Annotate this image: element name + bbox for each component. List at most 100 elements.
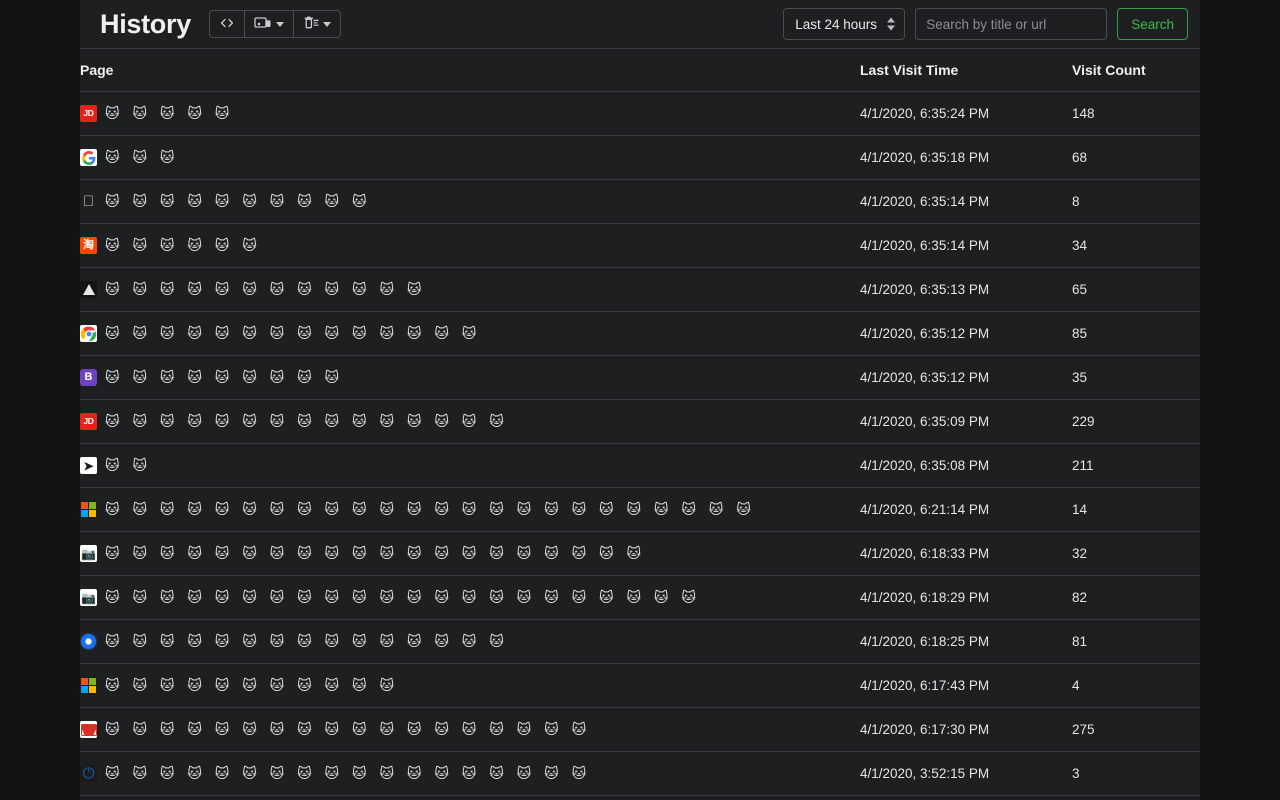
table-row[interactable]: ➤ 🐱 🐱 4/1/2020, 6:35:08 PM 211 [80, 443, 1200, 488]
last-visit-time-cell: 4/1/2020, 6:18:33 PM [860, 531, 1072, 576]
code-button[interactable] [210, 11, 245, 37]
table-row[interactable]: 📷 🐱 🐱 🐱 🐱 🐱 🐱 🐱 🐱 🐱 🐱 🐱 🐱 🐱 🐱 🐱 🐱 🐱 🐱 🐱 🐱… [80, 531, 1200, 576]
page-cell[interactable]: JD 🐱 🐱 🐱 🐱 🐱 🐱 🐱 🐱 🐱 🐱 🐱 🐱 🐱 🐱 🐱 [80, 399, 860, 444]
page-cell[interactable]: 🐱 🐱 🐱 🐱 🐱 🐱 🐱 🐱 🐱 🐱 🐱 🐱 🐱 🐱 🐱 [80, 619, 860, 664]
camera-favicon: 📷 [80, 589, 97, 606]
taobao-favicon: 淘 [80, 237, 97, 254]
last-visit-time-cell: 4/1/2020, 6:35:08 PM [860, 443, 1072, 488]
page-title-text: 🐱 🐱 🐱 🐱 🐱 🐱 🐱 🐱 🐱 🐱 🐱 🐱 [105, 281, 426, 298]
table-row[interactable]:  🐱 🐱 🐱 🐱 🐱 🐱 🐱 🐱 🐱 🐱 4/1/2020, 6:35:14 PM… [80, 179, 1200, 224]
page-title-text: 🐱 🐱 🐱 🐱 🐱 🐱 🐱 🐱 🐱 🐱 🐱 🐱 🐱 🐱 🐱 🐱 🐱 🐱 [105, 765, 591, 782]
page-cell[interactable]: 🐱 🐱 🐱 🐱 🐱 🐱 🐱 🐱 🐱 🐱 🐱 🐱 🐱 🐱 🐱 🐱 🐱 🐱 [80, 707, 860, 752]
microsoft-favicon [80, 677, 97, 694]
page-cell[interactable]: 📷 🐱 🐱 🐱 🐱 🐱 🐱 🐱 🐱 🐱 🐱 🐱 🐱 🐱 🐱 🐱 🐱 🐱 🐱 🐱 🐱 [80, 531, 860, 576]
devices-button[interactable] [245, 11, 294, 37]
visit-count-cell: 34 [1072, 223, 1200, 268]
visit-count-cell: 14 [1072, 487, 1200, 532]
table-body: JD 🐱 🐱 🐱 🐱 🐱 4/1/2020, 6:35:24 PM 148 🐱 🐱 🐱 4… [80, 91, 1200, 796]
visit-count-cell: 8 [1072, 179, 1200, 224]
page-title-text: 🐱 🐱 🐱 🐱 🐱 🐱 🐱 🐱 🐱 🐱 🐱 🐱 🐱 🐱 🐱 🐱 🐱 🐱 🐱 🐱 … [105, 589, 701, 606]
chevron-down-icon [322, 21, 331, 27]
table-row[interactable]: 🐱 🐱 🐱 🐱 🐱 🐱 🐱 🐱 🐱 🐱 🐱 🐱 🐱 🐱 🐱 4/1/2020, 6… [80, 619, 1200, 664]
visit-count-cell: 82 [1072, 575, 1200, 620]
apple-favicon:  [80, 193, 97, 210]
page-title-text: 🐱 🐱 🐱 🐱 🐱 🐱 [105, 237, 262, 254]
visit-count-cell: 229 [1072, 399, 1200, 444]
page-title-text: 🐱 🐱 🐱 [105, 149, 179, 166]
last-visit-time-cell: 4/1/2020, 6:35:12 PM [860, 355, 1072, 400]
table-row[interactable]: 🐱 🐱 🐱 🐱 🐱 🐱 🐱 🐱 🐱 🐱 🐱 🐱 🐱 🐱 🐱 🐱 🐱 🐱 🐱 🐱 … [80, 487, 1200, 532]
page-title-text: 🐱 🐱 🐱 🐱 🐱 🐱 🐱 🐱 🐱 🐱 🐱 🐱 🐱 🐱 🐱 🐱 🐱 🐱 🐱 🐱 … [105, 501, 756, 518]
visit-count-cell: 35 [1072, 355, 1200, 400]
page-cell[interactable]: 🐱 🐱 🐱 [80, 135, 860, 180]
column-header-visit-count[interactable]: Visit Count [1072, 48, 1200, 92]
page-title-text: 🐱 🐱 🐱 🐱 🐱 🐱 🐱 🐱 🐱 [105, 369, 344, 386]
time-range-select[interactable]: Last 24 hours [783, 8, 906, 40]
last-visit-time-cell: 4/1/2020, 3:52:15 PM [860, 751, 1072, 796]
visit-count-cell: 85 [1072, 311, 1200, 356]
visit-count-cell: 148 [1072, 91, 1200, 136]
page-cell[interactable]: ➤ 🐱 🐱 [80, 443, 860, 488]
page-title-text: 🐱 🐱 🐱 🐱 🐱 [105, 105, 234, 122]
code-brackets-icon [219, 16, 235, 33]
visit-count-cell: 65 [1072, 267, 1200, 312]
page-title-text: 🐱 🐱 🐱 🐱 🐱 🐱 🐱 🐱 🐱 🐱 🐱 🐱 🐱 🐱 🐱 [105, 413, 509, 430]
page-cell[interactable]: 🕐︎ 🐱 🐱 🐱 🐱 🐱 🐱 🐱 🐱 🐱 🐱 🐱 🐱 🐱 🐱 🐱 🐱 🐱 🐱 [80, 751, 860, 796]
table-row[interactable]: 🐱 🐱 🐱 4/1/2020, 6:35:18 PM 68 [80, 135, 1200, 180]
search-controls: Last 24 hours Search [783, 8, 1188, 40]
table-row[interactable]: B 🐱 🐱 🐱 🐱 🐱 🐱 🐱 🐱 🐱 4/1/2020, 6:35:12 PM 35 [80, 355, 1200, 400]
page-cell[interactable]: B 🐱 🐱 🐱 🐱 🐱 🐱 🐱 🐱 🐱 [80, 355, 860, 400]
page-title-text: 🐱 🐱 [105, 457, 152, 474]
visit-count-cell: 32 [1072, 531, 1200, 576]
arrow-favicon: ➤ [80, 457, 97, 474]
page-cell[interactable]: 🐱 🐱 🐱 🐱 🐱 🐱 🐱 🐱 🐱 🐱 🐱 🐱 🐱 🐱 🐱 🐱 🐱 🐱 🐱 🐱 … [80, 487, 860, 532]
page-cell[interactable]: 🐱 🐱 🐱 🐱 🐱 🐱 🐱 🐱 🐱 🐱 🐱 [80, 663, 860, 708]
page-title-text: 🐱 🐱 🐱 🐱 🐱 🐱 🐱 🐱 🐱 🐱 🐱 🐱 🐱 🐱 🐱 [105, 633, 509, 650]
last-visit-time-cell: 4/1/2020, 6:35:13 PM [860, 267, 1072, 312]
toolbar-button-group [208, 10, 341, 38]
table-row[interactable]: 🐱 🐱 🐱 🐱 🐱 🐱 🐱 🐱 🐱 🐱 🐱 🐱 🐱 🐱 🐱 🐱 🐱 🐱 4/1/2… [80, 707, 1200, 752]
column-header-page[interactable]: Page [80, 48, 860, 92]
page-cell[interactable]: 🐱 🐱 🐱 🐱 🐱 🐱 🐱 🐱 🐱 🐱 🐱 🐱 🐱 🐱 [80, 311, 860, 356]
table-row[interactable]: 淘 🐱 🐱 🐱 🐱 🐱 🐱 4/1/2020, 6:35:14 PM 34 [80, 223, 1200, 268]
visit-count-cell: 211 [1072, 443, 1200, 488]
table-row[interactable]: JD 🐱 🐱 🐱 🐱 🐱 4/1/2020, 6:35:24 PM 148 [80, 91, 1200, 136]
column-header-last-visit-time[interactable]: Last Visit Time [860, 48, 1072, 92]
last-visit-time-cell: 4/1/2020, 6:17:43 PM [860, 663, 1072, 708]
search-button[interactable]: Search [1117, 8, 1188, 40]
last-visit-time-cell: 4/1/2020, 6:21:14 PM [860, 487, 1072, 532]
camera-favicon: 📷 [80, 545, 97, 562]
page-cell[interactable]: 淘 🐱 🐱 🐱 🐱 🐱 🐱 [80, 223, 860, 268]
page-cell[interactable]:  🐱 🐱 🐱 🐱 🐱 🐱 🐱 🐱 🐱 🐱 [80, 179, 860, 224]
google-favicon [80, 149, 97, 166]
history-table: Page Last Visit Time Visit Count JD 🐱 🐱 🐱… [80, 48, 1200, 796]
table-row[interactable]: JD 🐱 🐱 🐱 🐱 🐱 🐱 🐱 🐱 🐱 🐱 🐱 🐱 🐱 🐱 🐱 4/1/2020,… [80, 399, 1200, 444]
visit-count-cell: 81 [1072, 619, 1200, 664]
table-row[interactable]: 📷 🐱 🐱 🐱 🐱 🐱 🐱 🐱 🐱 🐱 🐱 🐱 🐱 🐱 🐱 🐱 🐱 🐱 🐱 🐱 🐱… [80, 575, 1200, 620]
last-visit-time-cell: 4/1/2020, 6:35:18 PM [860, 135, 1072, 180]
trash-list-icon [303, 15, 319, 33]
table-row[interactable]: 🐱 🐱 🐱 🐱 🐱 🐱 🐱 🐱 🐱 🐱 🐱 4/1/2020, 6:17:43 P… [80, 663, 1200, 708]
delete-button[interactable] [294, 11, 340, 37]
last-visit-time-cell: 4/1/2020, 6:35:09 PM [860, 399, 1072, 444]
table-row[interactable]: 🐱 🐱 🐱 🐱 🐱 🐱 🐱 🐱 🐱 🐱 🐱 🐱 🐱 🐱 4/1/2020, 6:3… [80, 311, 1200, 356]
toolbar: History Last 24 hours Search by title or… [80, 0, 1200, 48]
page-cell[interactable]: JD 🐱 🐱 🐱 🐱 🐱 [80, 91, 860, 136]
visit-count-cell: 4 [1072, 663, 1200, 708]
blue-dot-favicon [80, 633, 97, 650]
time-range-value: Last 24 hours [795, 16, 878, 32]
last-visit-time-cell: 4/1/2020, 6:18:29 PM [860, 575, 1072, 620]
devices-icon [254, 16, 272, 33]
table-header-row: Page Last Visit Time Visit Count [80, 48, 1200, 92]
page-cell[interactable]: 🐱 🐱 🐱 🐱 🐱 🐱 🐱 🐱 🐱 🐱 🐱 🐱 [80, 267, 860, 312]
page-cell[interactable]: 📷 🐱 🐱 🐱 🐱 🐱 🐱 🐱 🐱 🐱 🐱 🐱 🐱 🐱 🐱 🐱 🐱 🐱 🐱 🐱 🐱… [80, 575, 860, 620]
jd-favicon: JD [80, 105, 97, 122]
page-title-text: 🐱 🐱 🐱 🐱 🐱 🐱 🐱 🐱 🐱 🐱 🐱 🐱 🐱 🐱 🐱 🐱 🐱 🐱 🐱 🐱 [105, 545, 646, 562]
bilibili-favicon: B [80, 369, 97, 386]
table-row[interactable]: 🐱 🐱 🐱 🐱 🐱 🐱 🐱 🐱 🐱 🐱 🐱 🐱 4/1/2020, 6:35:13… [80, 267, 1200, 312]
last-visit-time-cell: 4/1/2020, 6:35:14 PM [860, 223, 1072, 268]
search-input[interactable] [915, 8, 1108, 40]
gmail-favicon [80, 721, 97, 738]
chrome-favicon [80, 325, 97, 342]
table-row[interactable]: 🕐︎ 🐱 🐱 🐱 🐱 🐱 🐱 🐱 🐱 🐱 🐱 🐱 🐱 🐱 🐱 🐱 🐱 🐱 🐱 4/1… [80, 751, 1200, 796]
